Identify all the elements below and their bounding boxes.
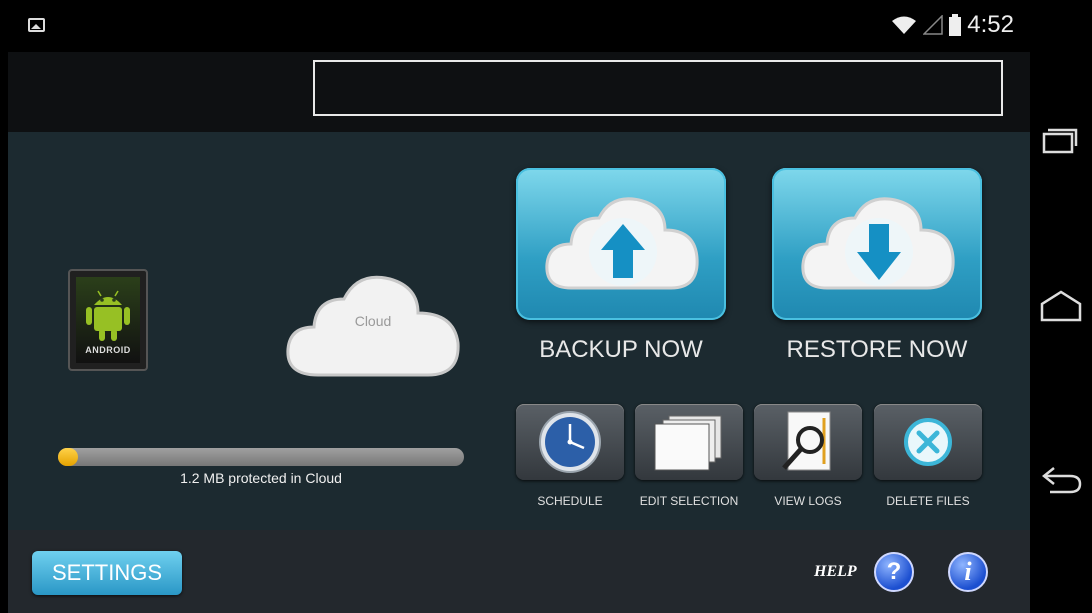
recent-apps-icon[interactable]	[1038, 120, 1084, 166]
image-notification-icon	[28, 18, 45, 32]
restore-now-button[interactable]	[772, 168, 982, 320]
back-icon[interactable]	[1038, 456, 1084, 502]
edit-selection-label[interactable]: EDIT SELECTION	[624, 494, 754, 508]
home-icon[interactable]	[1038, 284, 1084, 330]
view-logs-label[interactable]: VIEW LOGS	[743, 494, 873, 508]
cloud-storage-graphic: Cloud	[278, 257, 468, 387]
info-icon[interactable]: i	[948, 552, 988, 592]
backup-now-button[interactable]	[516, 168, 726, 320]
delete-files-button[interactable]	[874, 404, 982, 480]
android-device-icon: ANDROID	[68, 269, 148, 371]
storage-progress-text: 1.2 MB protected in Cloud	[180, 470, 342, 486]
schedule-label[interactable]: SCHEDULE	[505, 494, 635, 508]
cloud-label: Cloud	[354, 313, 392, 329]
storage-progress-fill	[58, 448, 79, 466]
app-screen: 4:52 ANDROID Cloud BACKUP NOW RESTORE NO…	[8, 0, 1030, 613]
restore-now-label[interactable]: RESTORE NOW	[762, 336, 992, 364]
clock-icon	[539, 411, 601, 473]
edit-selection-button[interactable]	[635, 404, 743, 480]
settings-button[interactable]: SETTINGS	[32, 551, 182, 595]
storage-progress-bar	[58, 448, 464, 466]
help-icon[interactable]: ?	[874, 552, 914, 592]
delete-files-label[interactable]: DELETE FILES	[863, 494, 993, 508]
device-screen: ANDROID	[76, 277, 140, 363]
header	[8, 52, 1030, 132]
schedule-button[interactable]	[516, 404, 624, 480]
android-robot-icon	[86, 290, 130, 341]
help-label[interactable]: HELP	[814, 563, 857, 581]
status-time: 4:52	[967, 11, 1014, 38]
top-text-field[interactable]	[313, 60, 1003, 116]
documents-icon	[654, 415, 722, 471]
battery-icon	[949, 14, 962, 36]
wifi-icon	[892, 16, 917, 34]
backup-now-label[interactable]: BACKUP NOW	[506, 336, 736, 364]
view-logs-button[interactable]	[754, 404, 862, 480]
delete-x-icon	[904, 418, 952, 466]
status-indicators: 4:52	[891, 10, 1014, 40]
status-bar: 4:52	[8, 0, 1030, 52]
cell-signal-icon	[923, 15, 944, 35]
magnifier-log-icon	[782, 411, 831, 471]
cloud-upload-icon	[545, 197, 699, 290]
main-panel: ANDROID Cloud BACKUP NOW RESTORE NOW 1.2…	[8, 132, 1030, 530]
system-navigation-bar	[1030, 0, 1092, 613]
android-label: ANDROID	[85, 345, 131, 355]
cloud-download-icon	[801, 197, 955, 290]
footer-bar: SETTINGS HELP ? i	[8, 530, 1030, 613]
